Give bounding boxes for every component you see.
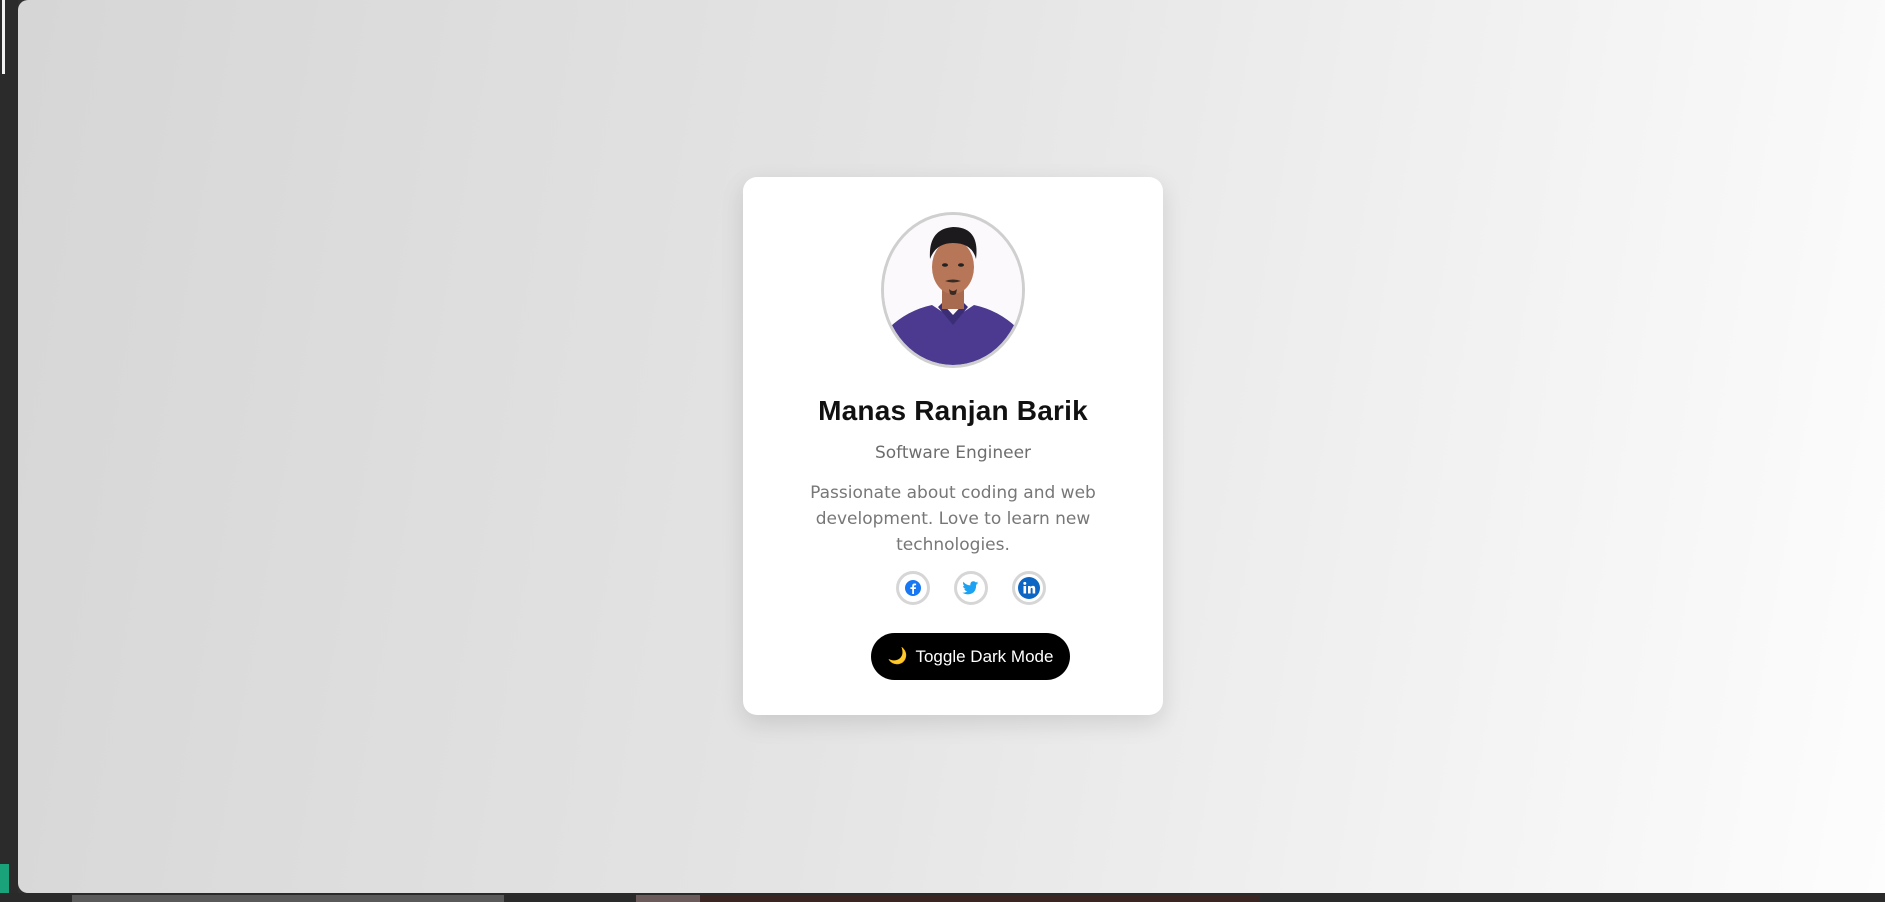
linkedin-icon (1018, 577, 1040, 599)
taskbar-segment (72, 895, 504, 902)
profile-role: Software Engineer (874, 443, 1032, 463)
profile-name: Manas Ranjan Barik (818, 395, 1088, 426)
browser-viewport: Manas Ranjan Barik Software Engineer Pas… (18, 0, 1885, 893)
linkedin-link[interactable] (1012, 571, 1046, 605)
taskbar-segment (636, 895, 700, 902)
left-edge-strip (0, 0, 18, 902)
avatar-photo (884, 215, 1022, 365)
twitter-link[interactable] (954, 571, 988, 605)
profile-card: Manas Ranjan Barik Software Engineer Pas… (743, 177, 1163, 715)
facebook-link[interactable] (896, 571, 930, 605)
moon-icon: 🌙 (887, 647, 908, 665)
social-links (743, 571, 1163, 605)
facebook-icon (905, 580, 921, 596)
taskbar-strip (0, 893, 1885, 902)
toggle-dark-mode-button[interactable]: 🌙 Toggle Dark Mode (871, 633, 1070, 680)
edge-marker (2, 0, 5, 74)
taskbar-segment (700, 895, 1260, 902)
profile-bio: Passionate about coding and web developm… (810, 483, 1096, 555)
twitter-icon (962, 581, 979, 595)
desktop-screen: Manas Ranjan Barik Software Engineer Pas… (0, 0, 1885, 902)
toggle-dark-mode-label: Toggle Dark Mode (915, 646, 1054, 666)
avatar (881, 212, 1025, 368)
